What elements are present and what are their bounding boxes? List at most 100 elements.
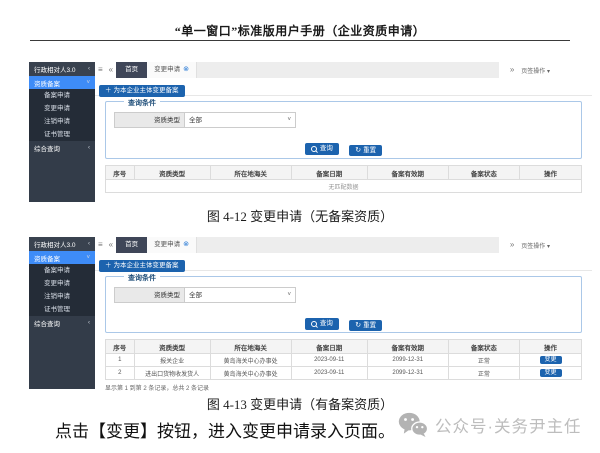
select-value: 全部 <box>189 288 202 302</box>
col-status: 备案状态 <box>448 166 519 180</box>
watermark-label: 公众号·关务尹主任 <box>435 413 582 437</box>
reset-icon: ↻ <box>355 147 361 154</box>
figure-caption-4-13: 图 4-13 变更申请（有备案资质） <box>0 394 600 413</box>
page-title: “单一窗口”标准版用户手册（企业资质申请） <box>0 22 600 39</box>
col-seq: 序号 <box>106 166 135 180</box>
sidebar-header[interactable]: 行政相对人3.0 ‹ <box>29 62 95 76</box>
figure-screenshot-2: 行政相对人3.0 ‹ 资质备案 ˅ 备案申请 变更申请 注销申请 证书管理 综合… <box>29 237 592 389</box>
menu-icon[interactable]: ≡ <box>98 62 103 78</box>
chevron-down-icon: ˅ <box>86 80 90 86</box>
col-valid: 备案有效期 <box>367 340 448 354</box>
tab-label: 变更申请 <box>154 237 180 253</box>
sidebar-filler <box>29 329 95 389</box>
tab-label: 变更申请 <box>154 62 180 78</box>
qualification-type-label: 资质类型 <box>114 112 184 128</box>
tab-home[interactable]: 首页 <box>116 237 147 253</box>
cell-type: 进出口货物收发货人 <box>134 367 210 380</box>
sidebar-group-label: 资质备案 <box>34 253 60 263</box>
col-customs: 所在地海关 <box>210 166 291 180</box>
sidebar-group-label: 综合查询 <box>34 318 60 328</box>
cell-valid: 2099-12-31 <box>367 367 448 380</box>
sidebar-item-certificate[interactable]: 证书管理 <box>29 128 95 141</box>
cell-date: 2023-09-11 <box>291 354 367 367</box>
cell-customs: 黄岛海关中心办事处 <box>210 367 291 380</box>
reset-button-label: 重置 <box>363 147 376 155</box>
sidebar-header[interactable]: 行政相对人3.0 ‹ <box>29 237 95 251</box>
add-change-filing-button[interactable]: ＋ 为本企业主体变更备案 <box>99 85 185 97</box>
add-button-label: 为本企业主体变更备案 <box>114 87 179 95</box>
tab-operations-dropdown[interactable]: 页签操作 ▾ <box>521 66 550 75</box>
change-button[interactable]: 变更 <box>540 369 562 378</box>
close-icon[interactable]: ⊗ <box>183 237 189 253</box>
chevron-down-icon: ˅ <box>86 255 90 261</box>
reset-button[interactable]: ↻ 重置 <box>349 320 382 332</box>
tab-operations-label: 页签操作 <box>521 244 545 250</box>
col-date: 备案日期 <box>291 340 367 354</box>
tabs-back-icon[interactable]: « <box>109 237 113 253</box>
watermark: 公众号·关务尹主任 <box>398 412 582 437</box>
sidebar-item-change[interactable]: 变更申请 <box>29 277 95 290</box>
col-valid: 备案有效期 <box>367 166 448 180</box>
tabs-forward-icon[interactable]: » <box>510 237 514 253</box>
tab-strip: 变更申请 ⊗ <box>147 62 499 78</box>
tab-change-application[interactable]: 变更申请 ⊗ <box>147 237 197 253</box>
close-icon[interactable]: ⊗ <box>183 62 189 78</box>
chevron-down-icon: ˅ <box>287 288 291 302</box>
tabs-back-icon[interactable]: « <box>109 62 113 78</box>
sidebar-group-qualification[interactable]: 资质备案 ˅ <box>29 76 95 89</box>
reset-button[interactable]: ↻ 重置 <box>349 145 382 157</box>
chevron-down-icon: ▾ <box>547 69 550 75</box>
col-status: 备案状态 <box>448 340 519 354</box>
sidebar-item-filing[interactable]: 备案申请 <box>29 89 95 102</box>
cell-seq: 2 <box>106 367 135 380</box>
select-value: 全部 <box>189 113 202 127</box>
empty-row: 无匹配数据 <box>106 180 582 193</box>
collapse-icon[interactable]: ‹ <box>88 66 90 72</box>
sidebar-item-cancel[interactable]: 注销申请 <box>29 290 95 303</box>
add-button-label: 为本企业主体变更备案 <box>114 262 179 270</box>
cell-type: 报关企业 <box>134 354 210 367</box>
plus-icon: ＋ <box>105 262 112 270</box>
tab-operations-label: 页签操作 <box>521 69 545 75</box>
sidebar-group-query[interactable]: 综合查询 ‹ <box>29 141 95 154</box>
tab-change-application[interactable]: 变更申请 ⊗ <box>147 62 197 78</box>
col-operation: 操作 <box>520 166 582 180</box>
tab-operations-dropdown[interactable]: 页签操作 ▾ <box>521 241 550 250</box>
reset-button-label: 重置 <box>363 322 376 330</box>
qualification-type-select[interactable]: 全部 ˅ <box>184 287 296 303</box>
sidebar-item-change[interactable]: 变更申请 <box>29 102 95 115</box>
menu-icon[interactable]: ≡ <box>98 237 103 253</box>
tab-bar: ≡ « 首页 变更申请 ⊗ » 页签操作 ▾ <box>95 62 592 78</box>
add-change-filing-button[interactable]: ＋ 为本企业主体变更备案 <box>99 260 185 272</box>
cell-date: 2023-09-11 <box>291 367 367 380</box>
search-icon <box>311 321 317 327</box>
query-panel-legend: 查询条件 <box>124 273 160 283</box>
header-divider <box>30 40 570 41</box>
tab-home[interactable]: 首页 <box>116 62 147 78</box>
collapse-icon[interactable]: ‹ <box>88 241 90 247</box>
sidebar-submenu: 备案申请 变更申请 注销申请 证书管理 <box>29 264 95 316</box>
table-row: 1 报关企业 黄岛海关中心办事处 2023-09-11 2099-12-31 正… <box>106 354 582 367</box>
qualification-type-label: 资质类型 <box>114 287 184 303</box>
cell-customs: 黄岛海关中心办事处 <box>210 354 291 367</box>
tabs-forward-icon[interactable]: » <box>510 62 514 78</box>
toolbar: ＋ 为本企业主体变更备案 <box>95 78 592 96</box>
sidebar-item-certificate[interactable]: 证书管理 <box>29 303 95 316</box>
sidebar-submenu: 备案申请 变更申请 注销申请 证书管理 <box>29 89 95 141</box>
results-table: 序号 资质类型 所在地海关 备案日期 备案有效期 备案状态 操作 无匹配数据 <box>105 165 582 193</box>
figure-screenshot-1: 行政相对人3.0 ‹ 资质备案 ˅ 备案申请 变更申请 注销申请 证书管理 综合… <box>29 62 592 202</box>
sidebar-group-qualification[interactable]: 资质备案 ˅ <box>29 251 95 264</box>
col-seq: 序号 <box>106 340 135 354</box>
sidebar-item-cancel[interactable]: 注销申请 <box>29 115 95 128</box>
search-button[interactable]: 查询 <box>305 318 339 330</box>
sidebar-item-filing[interactable]: 备案申请 <box>29 264 95 277</box>
change-button[interactable]: 变更 <box>540 356 562 365</box>
sidebar-title: 行政相对人3.0 <box>34 64 76 74</box>
table-pagination-summary: 显示第 1 到第 2 条记录，总共 2 条记录 <box>105 383 592 392</box>
col-customs: 所在地海关 <box>210 340 291 354</box>
query-panel: 查询条件 资质类型 全部 ˅ 查询 ↻ 重置 <box>105 101 582 159</box>
figure-caption-4-12: 图 4-12 变更申请（无备案资质） <box>0 206 600 225</box>
qualification-type-select[interactable]: 全部 ˅ <box>184 112 296 128</box>
sidebar-group-query[interactable]: 综合查询 ‹ <box>29 316 95 329</box>
search-button[interactable]: 查询 <box>305 143 339 155</box>
